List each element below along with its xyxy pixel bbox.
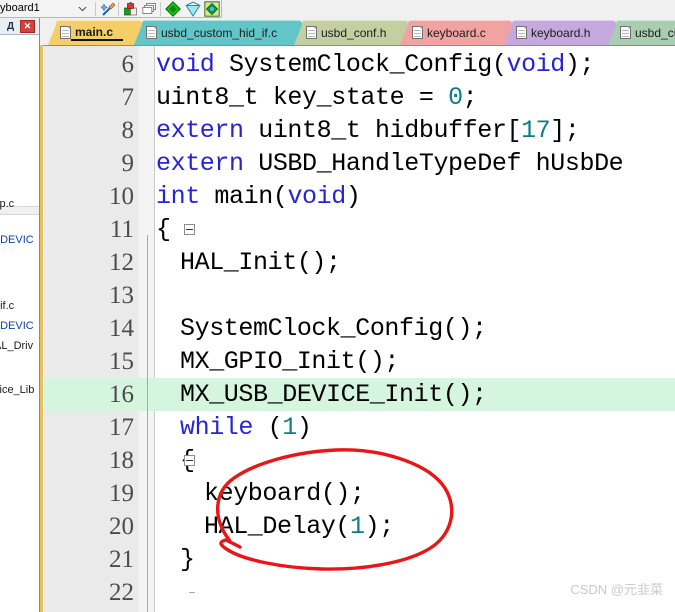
editor-tab[interactable]: usbd_conf.h (294, 20, 408, 45)
code-line-text: HAL_Delay(1); (204, 512, 394, 541)
line-number: 15 (109, 348, 134, 375)
chevron-down-icon[interactable] (74, 2, 90, 16)
file-document-icon (306, 26, 317, 39)
editor-tab[interactable]: keyboard.h (504, 20, 616, 45)
file-document-icon (620, 26, 631, 39)
editor-tab[interactable]: usbd_custom_hid_if.c (134, 20, 302, 45)
code-line-text: MX_USB_DEVICE_Init(); (180, 380, 487, 409)
code-line-text: uint8_t key_state = 0; (156, 83, 478, 112)
line-number: 21 (109, 546, 134, 573)
code-line-text: while (1) (180, 413, 312, 442)
code-line-text: SystemClock_Config(); (180, 314, 487, 343)
tab-left-slant (400, 20, 410, 45)
code-line[interactable] (44, 543, 675, 576)
line-number: 16 (109, 381, 134, 408)
line-number: 19 (109, 480, 134, 507)
line-number: 12 (109, 249, 134, 276)
line-number: 11 (109, 216, 134, 243)
code-line[interactable] (44, 213, 675, 246)
tab-label: keyboard.c (427, 25, 486, 40)
file-document-icon (516, 26, 527, 39)
code-line-text: keyboard(); (204, 479, 365, 508)
code-line-text: } (180, 545, 195, 574)
manage-components-icon[interactable] (141, 1, 159, 17)
tree-item[interactable]: vice_Lib (0, 382, 34, 399)
editor-tab[interactable]: keyboard.c (400, 20, 512, 45)
project-dock-panel: Д ✕ esp.c_DEVIC_if.c_DEVICAL_Drivvice_Li… (0, 18, 40, 612)
tab-left-slant (294, 20, 304, 45)
toolbar: yboard1 (0, 0, 675, 18)
pack-installer-icon[interactable] (203, 1, 221, 17)
fold-collapse-icon[interactable] (184, 455, 195, 466)
code-line-text: HAL_Init(); (180, 248, 341, 277)
code-line-text: extern uint8_t hidbuffer[17]; (156, 116, 580, 145)
fold-collapse-icon[interactable] (184, 224, 195, 235)
editor-tab[interactable]: usbd_cus (608, 20, 675, 45)
code-line-text: { (156, 215, 171, 244)
tree-item[interactable]: _if.c (0, 298, 14, 315)
file-document-icon (146, 26, 157, 39)
code-line-text: MX_GPIO_Init(); (180, 347, 400, 376)
close-icon[interactable]: ✕ (20, 20, 35, 33)
file-document-icon (60, 26, 71, 39)
tab-left-slant (134, 20, 144, 45)
toolbar-separator-2 (118, 2, 119, 16)
line-number: 13 (109, 282, 134, 309)
watermark: CSDN @元韭菜 (570, 582, 663, 597)
fold-end-tick (189, 592, 195, 593)
tab-left-slant (608, 20, 618, 45)
tab-label: usbd_conf.h (321, 25, 387, 40)
editor-accent-bar (40, 45, 43, 612)
code-line-text: extern USBD_HandleTypeDef hUsbDe (156, 149, 624, 178)
filter-diamond-icon[interactable] (184, 1, 202, 17)
green-diamond-icon[interactable] (164, 1, 182, 17)
target-options-icon[interactable] (122, 1, 140, 17)
tree-item[interactable]: _DEVIC (0, 318, 34, 335)
file-document-icon (412, 26, 423, 39)
tab-label: usbd_cus (635, 25, 675, 40)
tab-label: keyboard.h (531, 25, 591, 40)
tab-label: usbd_custom_hid_if.c (161, 25, 278, 40)
dock-titlebar: Д ✕ (0, 18, 39, 35)
code-line-text: void SystemClock_Config(void); (156, 50, 595, 79)
line-number: 10 (109, 183, 134, 210)
line-number: 7 (121, 84, 135, 111)
toolbar-separator-3 (160, 2, 161, 16)
editor-tab-bar[interactable]: main.c usbd_custom_hid_if.c usbd_conf.h key… (40, 18, 675, 45)
code-line-text: int main(void) (156, 182, 361, 211)
line-number: 18 (109, 447, 134, 474)
code-line[interactable] (44, 444, 675, 477)
line-number: 17 (109, 414, 134, 441)
tab-left-slant (48, 20, 58, 45)
line-number: 9 (121, 150, 135, 177)
line-number: 20 (109, 513, 134, 540)
tab-left-slant (504, 20, 514, 45)
tree-item[interactable]: _DEVIC (0, 232, 34, 249)
line-number: 6 (121, 51, 135, 78)
fold-guide-main (147, 235, 148, 612)
project-tree[interactable]: esp.c_DEVIC_if.c_DEVICAL_Drivvice_Lib (0, 36, 39, 612)
editor-tab[interactable]: main.c (48, 20, 142, 45)
line-number: 8 (121, 117, 135, 144)
code-line[interactable] (44, 411, 675, 444)
tree-item[interactable]: AL_Driv (0, 338, 33, 355)
line-number: 22 (109, 579, 134, 606)
tab-label: main.c (71, 25, 124, 41)
code-line[interactable] (44, 279, 675, 312)
line-number: 14 (109, 315, 134, 342)
code-line[interactable] (44, 246, 675, 279)
build-wand-icon[interactable] (99, 1, 117, 17)
tree-item[interactable]: sp.c (0, 196, 14, 213)
auto-hide-pin-icon[interactable]: Д (4, 20, 17, 33)
target-combo-value[interactable]: yboard1 (0, 2, 40, 14)
application-window: yboard1 Д ✕ p.c DEVIC if.c DEVIC L_Driv … (0, 0, 675, 612)
toolbar-separator-1 (95, 2, 96, 16)
code-text-area[interactable]: 6 void SystemClock_Config(void); 7 uint8_t … (44, 46, 675, 612)
